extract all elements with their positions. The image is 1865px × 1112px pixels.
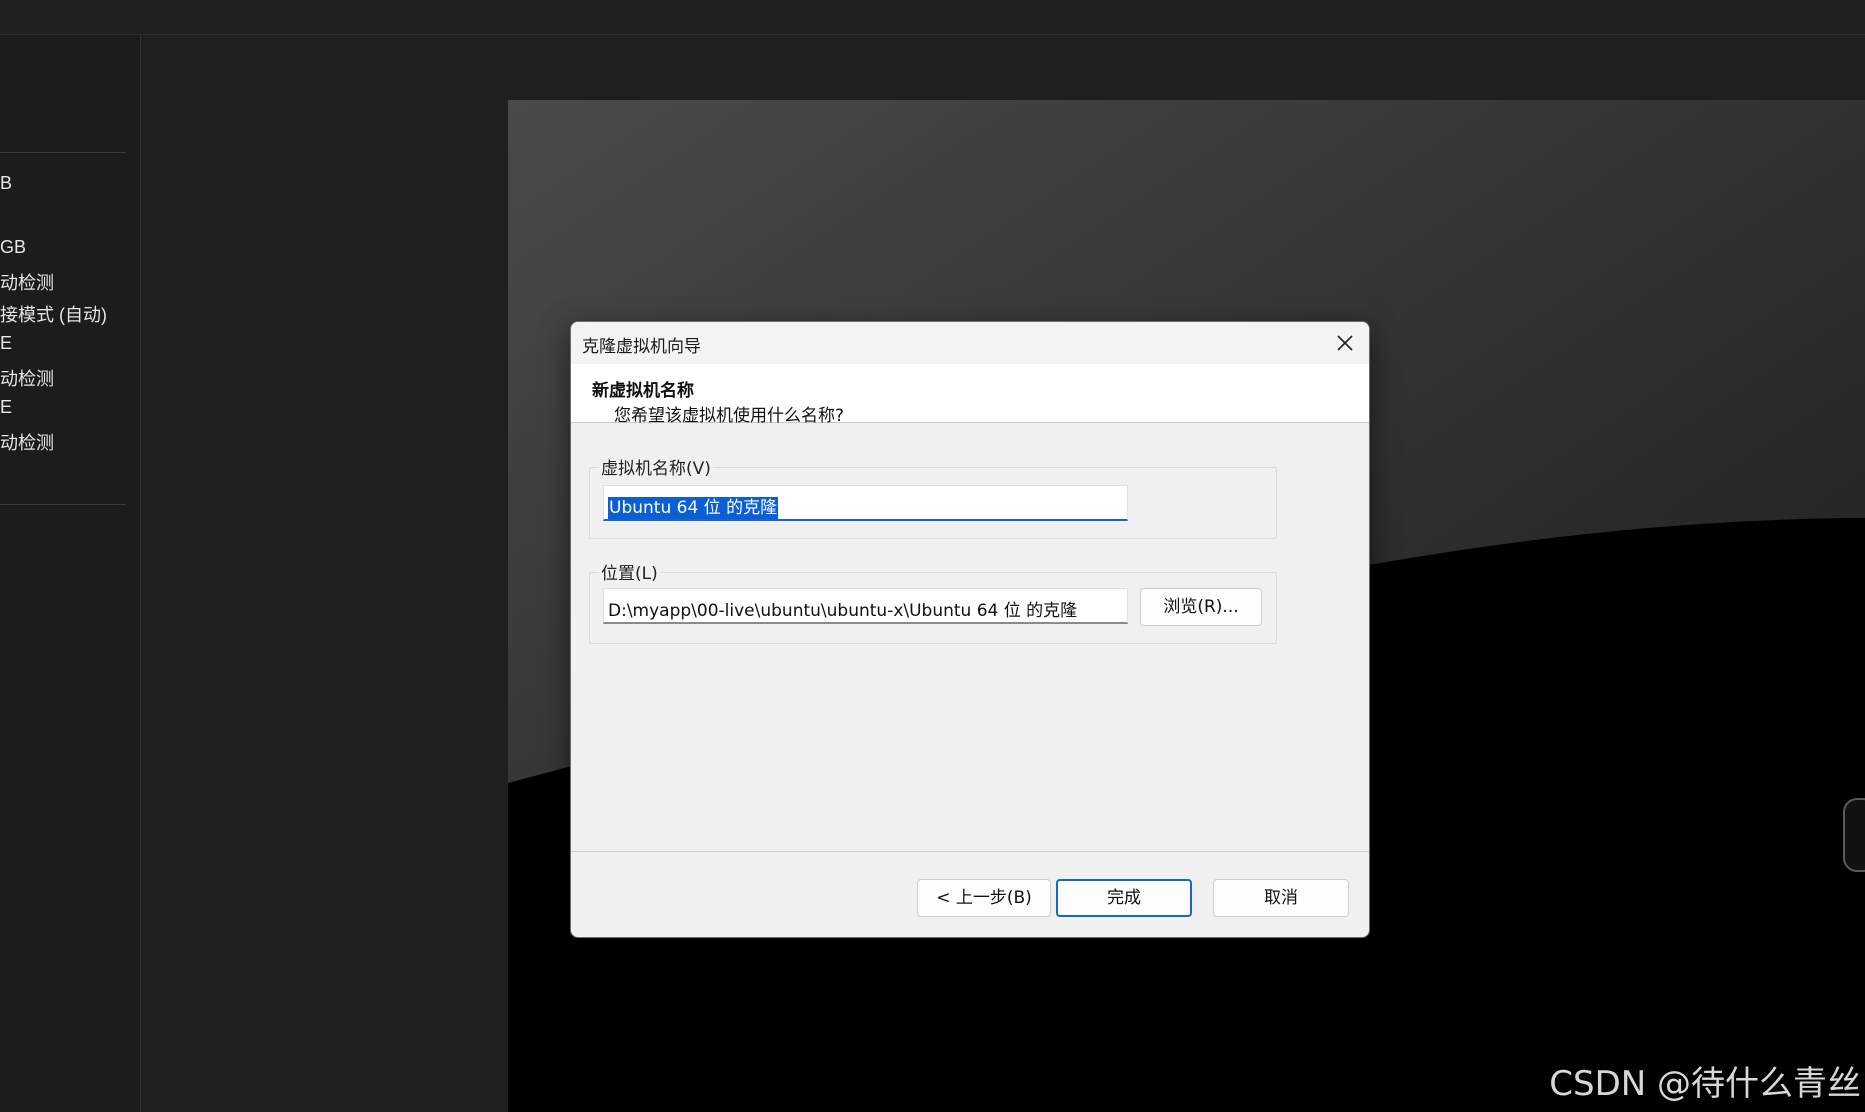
vm-name-input[interactable]: Ubuntu 64 位 的克隆	[603, 485, 1128, 521]
location-value: D:\myapp\00-live\ubuntu\ubuntu-x\Ubuntu …	[608, 601, 1078, 621]
vm-name-value: Ubuntu 64 位 的克隆	[608, 497, 779, 519]
vm-name-label: 虚拟机名称(V)	[599, 454, 713, 479]
sidebar-divider	[0, 152, 126, 153]
browse-button[interactable]: 浏览(R)...	[1140, 588, 1262, 626]
location-label: 位置(L)	[599, 559, 660, 584]
sidebar-item-network: 接模式 (自动)	[0, 305, 107, 325]
clone-vm-wizard-dialog: 克隆虚拟机向导 新虚拟机名称 您希望该虚拟机使用什么名称? 虚拟机名称(V) U…	[570, 321, 1370, 938]
dialog-title-bar: 克隆虚拟机向导	[571, 322, 1369, 364]
vm-details-sidebar: B GB 动检测 接模式 (自动) E 动检测 E 动检测	[0, 35, 141, 1112]
sidebar-item-disk: GB	[0, 237, 27, 257]
finish-button[interactable]: 完成	[1056, 879, 1192, 917]
step-title: 新虚拟机名称	[592, 381, 694, 401]
wizard-header: 新虚拟机名称 您希望该虚拟机使用什么名称?	[571, 364, 1369, 426]
app-top-bar	[0, 0, 1865, 35]
side-panel-handle[interactable]	[1843, 798, 1865, 872]
vm-name-group: 虚拟机名称(V) Ubuntu 64 位 的克隆	[589, 454, 1277, 539]
step-subtitle: 您希望该虚拟机使用什么名称?	[614, 406, 845, 426]
sidebar-item-printer: E	[0, 397, 13, 417]
sidebar-item-sound: 动检测	[0, 369, 54, 389]
close-button[interactable]	[1321, 322, 1369, 364]
cancel-button[interactable]: 取消	[1213, 879, 1349, 917]
close-icon	[1337, 335, 1353, 351]
watermark: CSDN @待什么青丝	[1549, 1064, 1861, 1104]
location-group: 位置(L) D:\myapp\00-live\ubuntu\ubuntu-x\U…	[589, 559, 1277, 644]
dialog-title: 克隆虚拟机向导	[582, 337, 701, 357]
sidebar-item-display: 动检测	[0, 433, 54, 453]
sidebar-item-cdrom: 动检测	[0, 273, 54, 293]
location-input[interactable]: D:\myapp\00-live\ubuntu\ubuntu-x\Ubuntu …	[603, 588, 1128, 624]
sidebar-item-usb: E	[0, 333, 13, 353]
back-button[interactable]: < 上一步(B)	[917, 879, 1051, 917]
sidebar-divider	[0, 504, 126, 505]
sidebar-item-memory: B	[0, 173, 13, 193]
footer-divider	[571, 851, 1369, 852]
